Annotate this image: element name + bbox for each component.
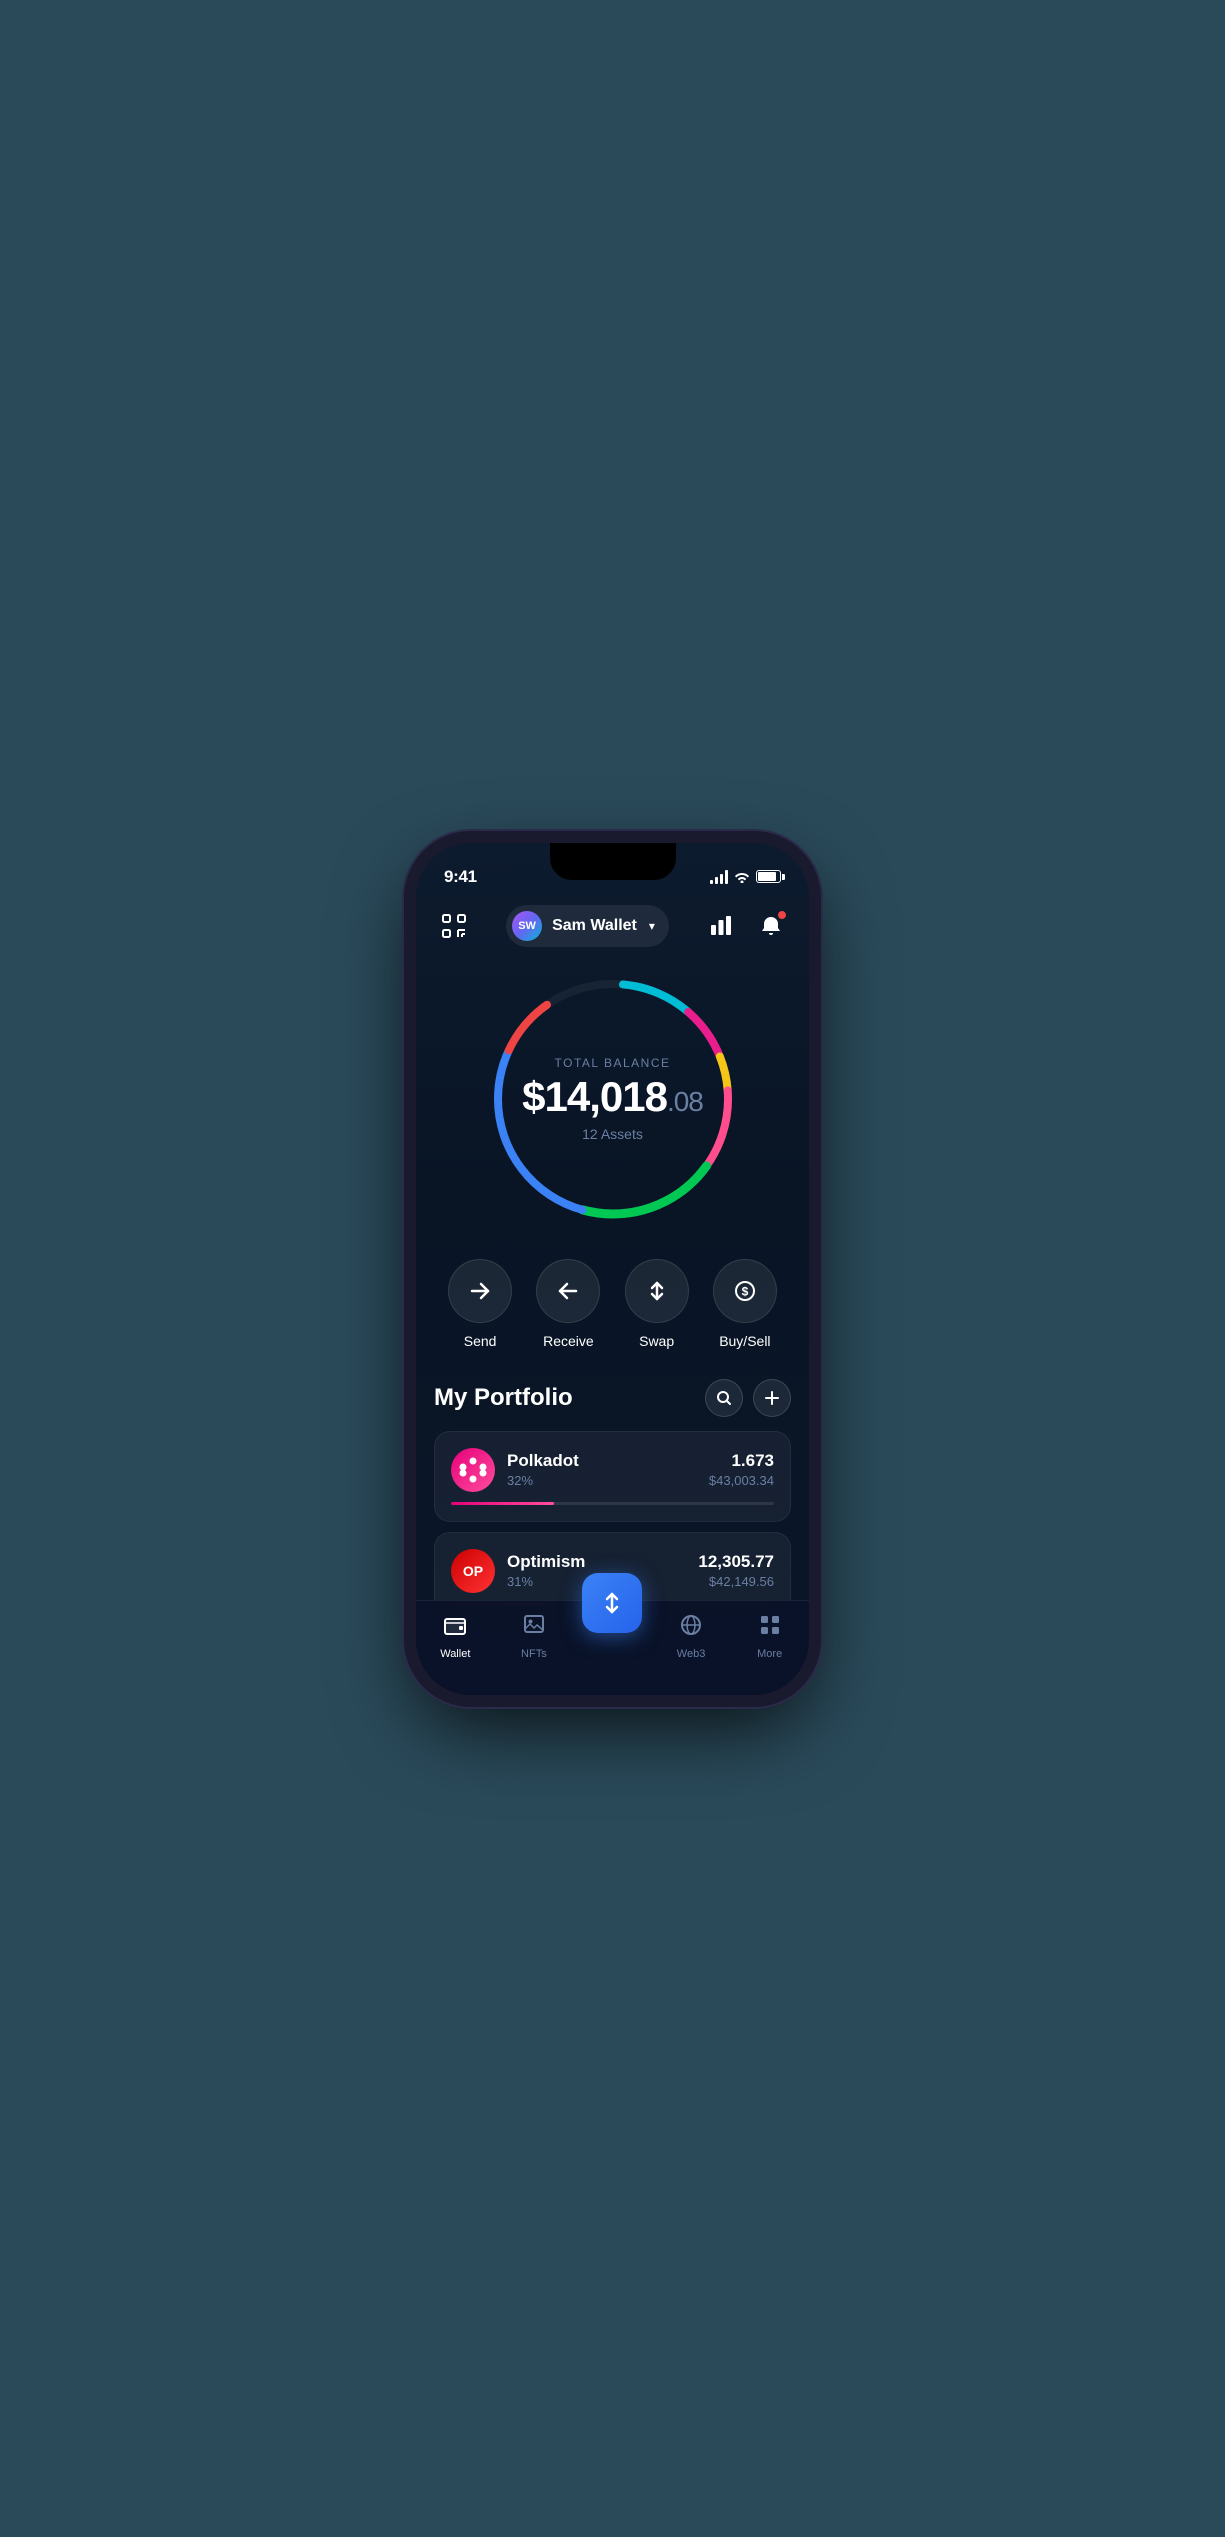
wifi-icon: [734, 871, 750, 883]
optimism-usd: $42,149.56: [698, 1574, 774, 1589]
more-icon: [758, 1613, 782, 1643]
polkadot-usd: $43,003.34: [709, 1473, 774, 1488]
wallet-icon: [443, 1613, 467, 1643]
buysell-icon: $: [713, 1259, 777, 1323]
chevron-down-icon: ▾: [649, 919, 655, 933]
wallet-nav-label: Wallet: [440, 1648, 470, 1660]
balance-inner: TOTAL BALANCE $14,018.08 12 Assets: [522, 1056, 703, 1142]
wallet-selector[interactable]: SW Sam Wallet ▾: [506, 905, 669, 947]
swap-action[interactable]: Swap: [625, 1259, 689, 1349]
web3-icon: [679, 1613, 703, 1643]
notification-badge: [777, 910, 787, 920]
polkadot-amount: 1.673: [709, 1451, 774, 1471]
battery-icon: [756, 870, 781, 883]
nav-web3[interactable]: Web3: [661, 1613, 721, 1660]
nav-wallet[interactable]: Wallet: [425, 1613, 485, 1660]
buysell-action[interactable]: $ Buy/Sell: [713, 1259, 777, 1349]
polkadot-card[interactable]: Polkadot 32% 1.673 $43,003.34: [434, 1431, 791, 1522]
optimism-values: 12,305.77 $42,149.56: [698, 1552, 774, 1589]
portfolio-title: My Portfolio: [434, 1384, 573, 1412]
send-label: Send: [464, 1333, 497, 1349]
receive-action[interactable]: Receive: [536, 1259, 600, 1349]
send-action[interactable]: Send: [448, 1259, 512, 1349]
portfolio-header: My Portfolio: [434, 1379, 791, 1417]
nfts-icon: [522, 1613, 546, 1643]
action-buttons: Send Receive: [416, 1249, 809, 1379]
header-right: [703, 908, 789, 944]
status-time: 9:41: [444, 867, 477, 887]
send-icon: [448, 1259, 512, 1323]
polkadot-percent: 32%: [507, 1473, 697, 1488]
svg-text:$: $: [742, 1284, 749, 1298]
phone-frame: 9:41: [416, 843, 809, 1695]
swap-label: Swap: [639, 1333, 674, 1349]
portfolio-add-button[interactable]: [753, 1379, 791, 1417]
polkadot-values: 1.673 $43,003.34: [709, 1451, 774, 1488]
status-icons: [710, 870, 781, 884]
buysell-label: Buy/Sell: [719, 1333, 770, 1349]
optimism-amount: 12,305.77: [698, 1552, 774, 1572]
balance-circle: TOTAL BALANCE $14,018.08 12 Assets: [483, 969, 743, 1229]
swap-icon: [625, 1259, 689, 1323]
web3-nav-label: Web3: [677, 1648, 706, 1660]
polkadot-info: Polkadot 32%: [507, 1451, 697, 1488]
nav-more[interactable]: More: [740, 1613, 800, 1660]
optimism-name: Optimism: [507, 1552, 686, 1572]
polkadot-icon: [451, 1448, 495, 1492]
center-action-icon[interactable]: [582, 1573, 642, 1633]
receive-icon: [536, 1259, 600, 1323]
bottom-nav: Wallet NFTs: [416, 1600, 809, 1695]
avatar: SW: [512, 911, 542, 941]
balance-amount: $14,018.08: [522, 1076, 703, 1118]
nav-nfts[interactable]: NFTs: [504, 1613, 564, 1660]
nav-center[interactable]: [582, 1593, 642, 1633]
wallet-name: Sam Wallet: [552, 917, 637, 935]
portfolio-actions: [705, 1379, 791, 1417]
notification-bell-icon[interactable]: [753, 908, 789, 944]
polkadot-progress-bar: [451, 1502, 774, 1505]
notch: [550, 843, 676, 880]
portfolio-search-button[interactable]: [705, 1379, 743, 1417]
header: SW Sam Wallet ▾: [416, 897, 809, 959]
polkadot-row: Polkadot 32% 1.673 $43,003.34: [451, 1448, 774, 1492]
signal-icon: [710, 870, 728, 884]
balance-circle-section: TOTAL BALANCE $14,018.08 12 Assets: [416, 959, 809, 1249]
assets-count: 12 Assets: [522, 1126, 703, 1142]
polkadot-name: Polkadot: [507, 1451, 697, 1471]
balance-label: TOTAL BALANCE: [522, 1056, 703, 1070]
chart-icon[interactable]: [703, 908, 739, 944]
phone-screen: 9:41: [416, 843, 809, 1695]
scan-icon[interactable]: [436, 908, 472, 944]
more-nav-label: More: [757, 1648, 782, 1660]
optimism-icon: OP: [451, 1549, 495, 1593]
receive-label: Receive: [543, 1333, 594, 1349]
nfts-nav-label: NFTs: [521, 1648, 547, 1660]
